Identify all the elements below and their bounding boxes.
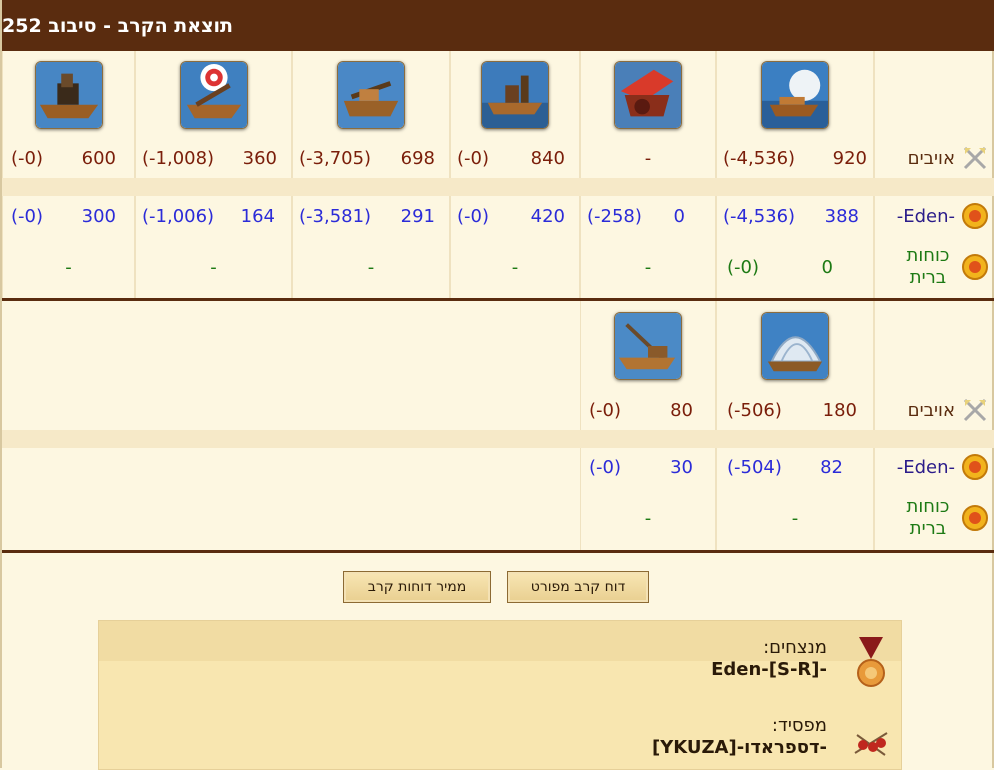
count-value: - <box>791 507 799 529</box>
round2-allied-row: כוחות ברית - - <box>2 486 994 550</box>
count-value: 360 <box>242 147 277 169</box>
allied-forces-label: כוחות ברית <box>906 245 950 288</box>
loss-value: (-1,008) <box>142 147 215 169</box>
ram-ship-icon[interactable] <box>761 60 829 129</box>
round1-allied-row: כוחות ברית (-0) 0 - - - - - <box>2 236 994 298</box>
loss-value: (-0) <box>589 456 621 478</box>
enemies-label: אויבים <box>907 147 955 169</box>
flamethrower-ship-icon[interactable] <box>614 60 682 129</box>
loss-value: (-0) <box>457 147 489 169</box>
ballista-ship-icon[interactable] <box>337 60 405 129</box>
count-value: 82 <box>820 456 843 478</box>
count-value: - <box>644 256 652 278</box>
crossed-swords-icon <box>963 398 987 422</box>
round1-enemies-row: אויבים (-4,536) 920 - (-0) 840 (-3,705) … <box>2 138 994 178</box>
loss-value: (-258) <box>587 205 642 227</box>
count-value: - <box>367 256 375 278</box>
alliance-emblem-icon <box>962 254 988 280</box>
count-value: - <box>511 256 519 278</box>
count-value: 420 <box>530 205 565 227</box>
loss-value: (-506) <box>727 399 782 421</box>
detailed-report-button[interactable]: דוח קרב מפורט <box>507 571 649 603</box>
allied-forces-label: כוחות ברית <box>906 496 950 539</box>
count-value: 600 <box>81 147 116 169</box>
loss-value: (-504) <box>727 456 782 478</box>
defeated-army-icon <box>854 732 888 756</box>
loss-value: (-0) <box>11 147 43 169</box>
count-value: - <box>644 507 652 529</box>
page-title: תוצאת הקרב - סיבוב 252 <box>2 14 234 37</box>
round2-eden-row: -Eden- (-504) 82 (-0) 30 <box>2 448 994 486</box>
count-value: 291 <box>400 205 435 227</box>
count-value: 300 <box>81 205 116 227</box>
count-value: 30 <box>670 456 693 478</box>
count-value: - <box>210 256 217 278</box>
section-divider <box>2 550 994 553</box>
winners-label: מנצחים: <box>763 637 827 658</box>
eden-label[interactable]: -Eden- <box>897 457 955 478</box>
count-value: - <box>644 147 652 169</box>
battle-result-panel: מנצחים: -Eden-[S-R] מפסיד: -דספראדו-[YKU… <box>98 620 902 770</box>
battle-report-window: תוצאת הקרב - סיבוב 252 אויבים (-4,536) 9… <box>0 0 994 770</box>
winner-medal-icon <box>857 637 885 687</box>
count-value: 840 <box>530 147 565 169</box>
count-value: 0 <box>821 256 833 278</box>
report-converter-button[interactable]: ממיר דוחות קרב <box>343 571 491 603</box>
unit-icon-row <box>2 51 994 138</box>
count-value: 920 <box>832 147 867 169</box>
loss-value: (-0) <box>589 399 621 421</box>
unit-icon-row <box>2 301 994 390</box>
loss-value: (-0) <box>727 256 759 278</box>
paddle-speedboat-icon[interactable] <box>761 311 829 380</box>
count-value: 180 <box>822 399 857 421</box>
crossed-swords-icon <box>963 146 987 170</box>
loss-value: (-3,581) <box>299 205 372 227</box>
alliance-emblem-icon <box>962 454 988 480</box>
loss-value: (-3,705) <box>299 147 372 169</box>
count-value: 80 <box>670 399 693 421</box>
round1-eden-row: -Eden- (-4,536) 388 (-258) 0 (-0) 420 (-… <box>2 196 994 236</box>
enemies-label: אויבים <box>907 399 955 421</box>
eden-label[interactable]: -Eden- <box>897 206 955 227</box>
count-value: 388 <box>824 205 859 227</box>
count-value: 698 <box>400 147 435 169</box>
count-value: 0 <box>673 205 685 227</box>
title-bar: תוצאת הקרב - סיבוב 252 <box>2 0 994 51</box>
loss-value: (-4,536) <box>723 205 796 227</box>
steam-ram-ship-icon[interactable] <box>481 60 549 129</box>
count-value: 164 <box>240 205 275 227</box>
loss-value: (-1,006) <box>142 205 215 227</box>
mortar-ship-icon[interactable] <box>34 60 103 129</box>
alliance-emblem-icon <box>962 505 988 531</box>
alliance-emblem-icon <box>962 203 988 229</box>
loss-value: (-0) <box>457 205 489 227</box>
loss-value: (-0) <box>11 205 43 227</box>
winners-name[interactable]: -Eden-[S-R] <box>711 659 827 681</box>
loser-label: מפסיד: <box>771 715 827 736</box>
loss-value: (-4,536) <box>723 147 796 169</box>
count-value: - <box>65 256 72 278</box>
loser-name[interactable]: -דספראדו-[YKUZA] <box>652 737 827 759</box>
round2-enemies-row: אויבים (-506) 180 (-0) 80 <box>2 390 994 430</box>
crane-ship-icon[interactable] <box>614 311 682 380</box>
catapult-ship-icon[interactable] <box>179 60 248 129</box>
